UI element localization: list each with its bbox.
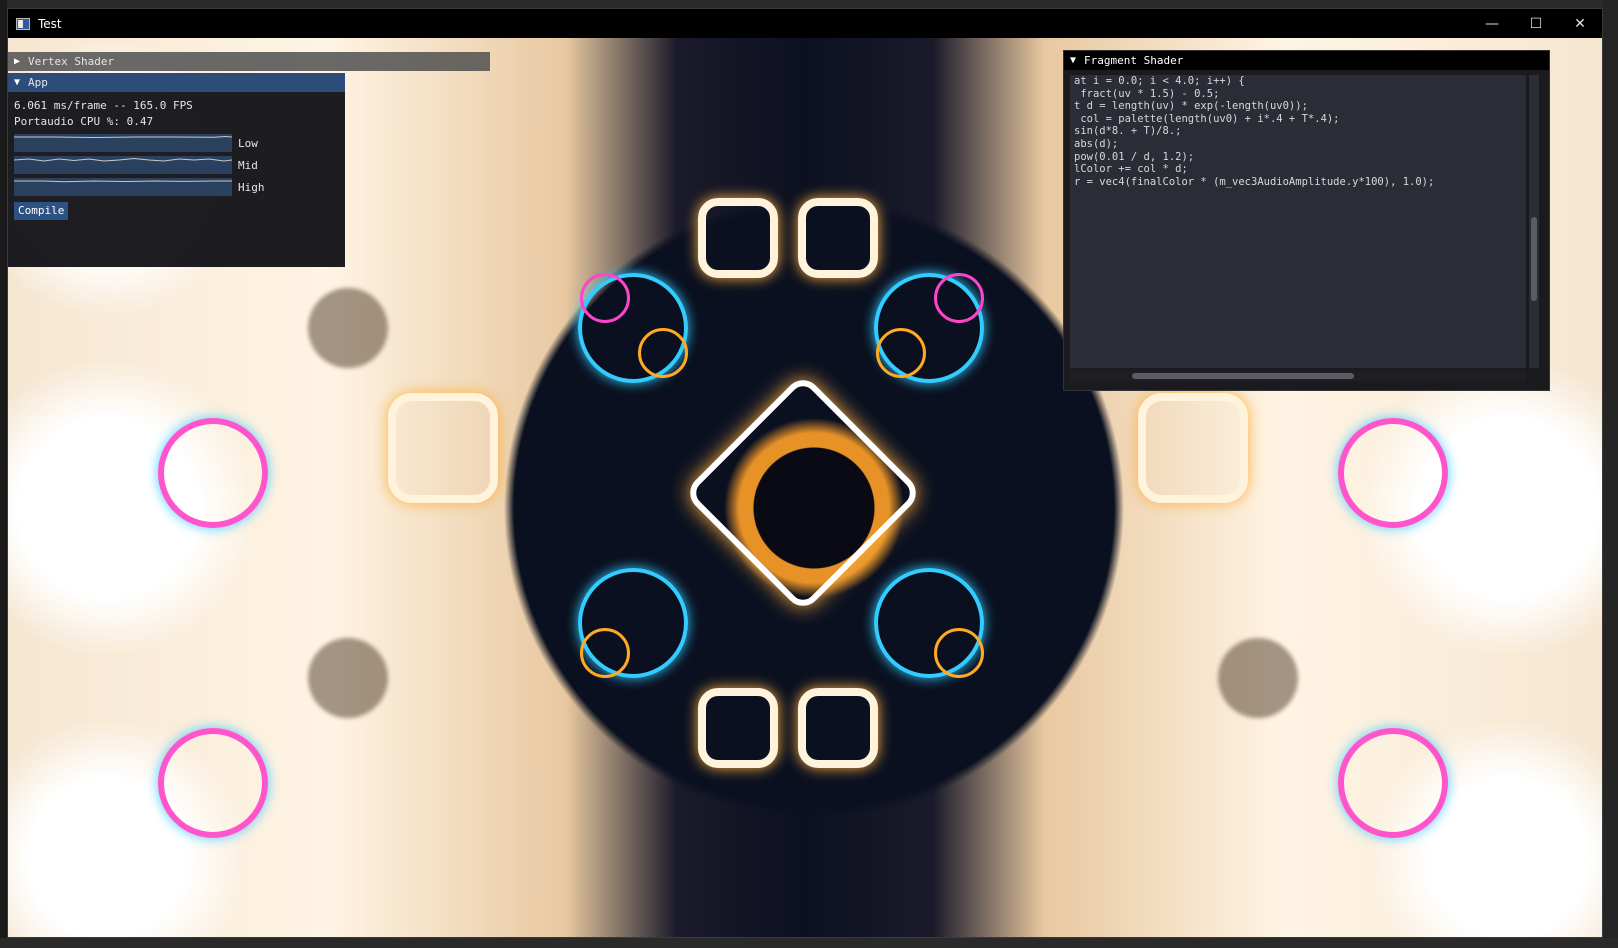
app-panel-title: App	[28, 76, 48, 89]
glow-ring	[158, 728, 268, 838]
glow-ring	[638, 328, 688, 378]
mid-plot[interactable]	[14, 156, 232, 174]
glow-ring	[580, 628, 630, 678]
fragment-shader-panel: ▼ Fragment Shader at i = 0.0; i < 4.0; i…	[1063, 50, 1550, 391]
shadow-blob	[308, 638, 388, 718]
window-controls: — ☐ ✕	[1470, 9, 1602, 38]
glow-ring	[1338, 418, 1448, 528]
horizontal-scrollbar[interactable]	[1070, 371, 1526, 381]
window-title: Test	[38, 16, 62, 31]
app-panel-header[interactable]: ▼ App	[8, 73, 345, 92]
app-panel: ▼ App 6.061 ms/frame -- 165.0 FPS Portau…	[8, 73, 345, 267]
glow-ring	[158, 418, 268, 528]
minimize-button[interactable]: —	[1470, 9, 1514, 38]
code-line: abs(d);	[1074, 137, 1119, 150]
glow-square	[798, 688, 878, 768]
vertical-scrollbar[interactable]	[1529, 75, 1539, 368]
code-line: at i = 0.0; i < 4.0; i++) {	[1074, 75, 1245, 87]
shadow-blob	[308, 288, 388, 368]
code-line: r = vec4(finalColor * (m_vec3AudioAmplit…	[1074, 175, 1435, 188]
glow-ring	[1338, 728, 1448, 838]
fragment-shader-header[interactable]: ▼ Fragment Shader	[1064, 51, 1549, 70]
mid-plot-label: Mid	[238, 158, 258, 172]
glow-ring	[934, 628, 984, 678]
high-plot[interactable]	[14, 178, 232, 196]
code-line: pow(0.01 / d, 1.2);	[1074, 150, 1195, 163]
shadow-blob	[1218, 638, 1298, 718]
glow-ring	[580, 273, 630, 323]
plot-row-mid: Mid	[14, 156, 339, 174]
vertex-shader-title: Vertex Shader	[28, 55, 115, 68]
cpu-stats: Portaudio CPU %: 0.47	[14, 115, 154, 128]
app-window-icon	[16, 17, 30, 30]
glow-ring	[876, 328, 926, 378]
background-ide-strip-right	[1602, 0, 1618, 948]
code-line: t d = length(uv) * exp(-length(uv0));	[1074, 100, 1308, 113]
code-line: sin(d*8. + T)/8.;	[1074, 125, 1182, 138]
triangle-right-icon: ▶	[14, 56, 21, 67]
glow-square	[1138, 393, 1248, 503]
low-plot[interactable]	[14, 134, 232, 152]
plot-row-high: High	[14, 178, 339, 196]
background-ide-strip-left	[0, 0, 7, 948]
horizontal-scroll-thumb[interactable]	[1132, 373, 1354, 379]
title-bar[interactable]: Test — ☐ ✕	[8, 9, 1602, 38]
center-diamond	[682, 372, 924, 614]
fragment-shader-title: Fragment Shader	[1084, 54, 1184, 67]
background-taskbar-strip	[0, 938, 1618, 948]
glow-square	[698, 688, 778, 768]
code-editor[interactable]: at i = 0.0; i < 4.0; i++) { fract(uv * 1…	[1070, 75, 1526, 368]
glow-square	[698, 198, 778, 278]
vertical-scroll-thumb[interactable]	[1531, 217, 1537, 301]
glow-ring	[934, 273, 984, 323]
high-plot-label: High	[238, 180, 265, 194]
code-line: lColor += col * d;	[1074, 163, 1188, 176]
maximize-button[interactable]: ☐	[1514, 9, 1558, 38]
code-line: fract(uv * 1.5) - 0.5;	[1074, 87, 1220, 100]
triangle-down-icon: ▼	[1070, 55, 1077, 66]
close-button[interactable]: ✕	[1558, 9, 1602, 38]
low-plot-label: Low	[238, 136, 258, 150]
compile-button[interactable]: Compile	[14, 202, 69, 220]
frame-stats: 6.061 ms/frame -- 165.0 FPS	[14, 99, 193, 112]
background-ide-strip-top	[0, 0, 1618, 8]
vertex-shader-header[interactable]: ▶ Vertex Shader	[8, 52, 490, 71]
plot-row-low: Low	[14, 134, 339, 152]
app-window: Test — ☐ ✕ ▶ Vertex Shader ▼ App 6.061 m…	[7, 8, 1603, 938]
code-line: col = palette(length(uv0) + i*.4 + T*.4)…	[1074, 112, 1340, 125]
triangle-down-icon: ▼	[14, 77, 21, 88]
glow-square	[798, 198, 878, 278]
glow-square	[388, 393, 498, 503]
